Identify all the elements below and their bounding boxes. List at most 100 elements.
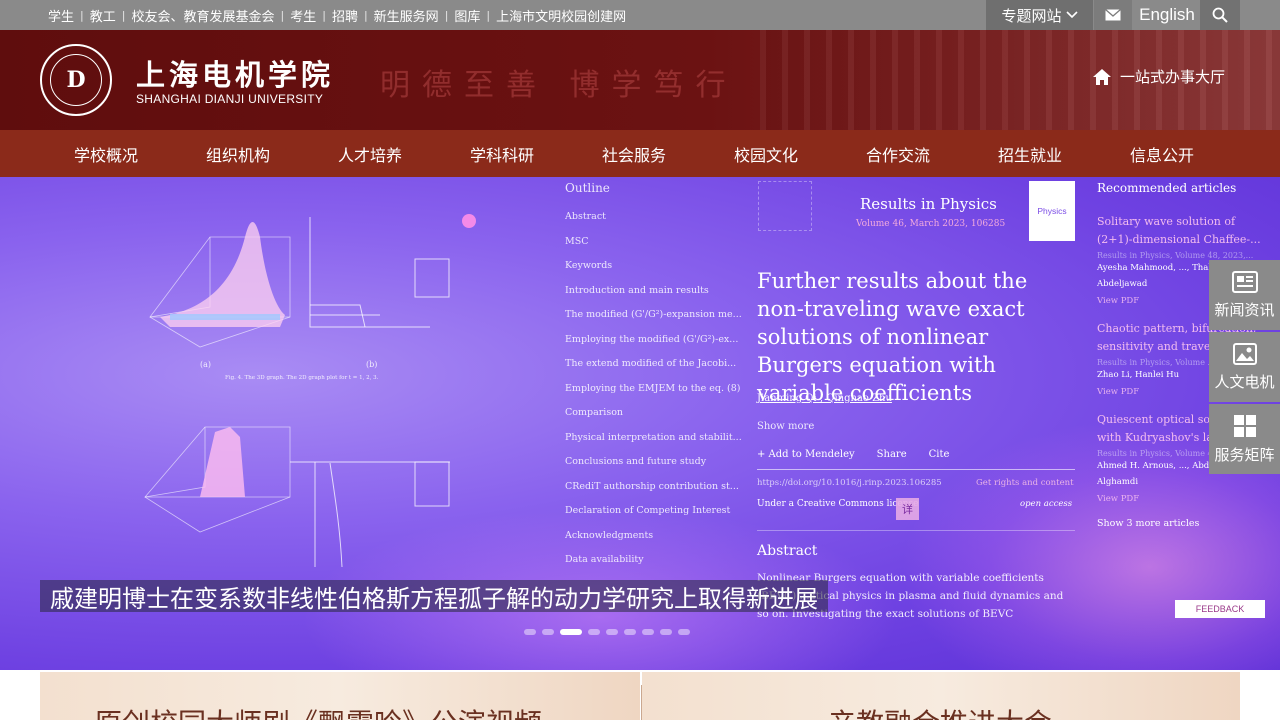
nav-item-info-disclosure[interactable]: 信息公开 [1096,130,1228,177]
side-service-label: 服务矩阵 [1214,445,1275,464]
mail-button[interactable] [1094,0,1132,30]
slide-caption[interactable]: 戚建明博士在变系数非线性伯格斯方程孤子解的动力学研究上取得新进展 [40,580,828,613]
nav-item-education[interactable]: 人才培养 [304,130,436,177]
carousel-dots [524,629,690,635]
show-more-articles: Show 3 more articles [1097,518,1200,529]
feedback-button: FEEDBACK [1175,600,1265,618]
separator: | [363,8,368,22]
outline-title: Outline [565,181,610,195]
main-nav: 学校概况 组织机构 人才培养 学科科研 社会服务 校园文化 合作交流 招生就业 … [0,130,1280,177]
side-culture-button[interactable]: 人文电机 [1209,332,1280,402]
special-sites-label: 专题网站 [1001,6,1062,25]
outline-item: Abstract [565,211,606,222]
top-utility-bar: 学生 | 教工 | 校友会、教育发展基金会 | 考生 | 招聘 | 新生服务网 | 图库 | … [0,0,1280,30]
search-icon [1212,7,1228,23]
outline-item: Employing the modified (G'/G²)-ex... [565,333,739,345]
open-access-text: open access [1020,499,1073,509]
small-marker-icon [462,214,476,228]
outline-item: Declaration of Competing Interest [565,505,731,516]
carousel-dot[interactable] [560,629,582,635]
carousel-dot[interactable] [642,629,654,635]
carousel-dot[interactable] [542,629,554,635]
recommended-title: Recommended articles [1097,181,1237,195]
school-name-cn[interactable]: 上海电机学院 [136,52,334,94]
one-stop-service-link[interactable]: 一站式办事大厅 [1092,66,1225,87]
banner-title: 原创校园大师剧《飘零吟》公演视频 [94,702,542,720]
carousel-dot[interactable] [678,629,690,635]
nav-item-admissions[interactable]: 招生就业 [964,130,1096,177]
share-action: Share [876,449,907,460]
separator: | [121,8,126,22]
outline-item: Keywords [565,260,613,271]
outline-item: Physical interpretation and stabilit... [565,431,742,443]
nav-item-research[interactable]: 学科科研 [436,130,568,177]
carousel-dot[interactable] [524,629,536,635]
separator: | [80,8,84,22]
top-link-students[interactable]: 学生 [48,6,74,25]
plot-label-a: (a) [200,360,212,369]
nav-item-cooperation[interactable]: 合作交流 [832,130,964,177]
outline-item: CRediT authorship contribution st... [565,480,739,492]
publisher-tree-logo [758,181,812,231]
chevron-down-icon [1065,11,1078,19]
top-link-staff[interactable]: 教工 [90,6,116,25]
journal-volume: Volume 46, March 2023, 106285 [856,219,1006,229]
carousel-dot[interactable] [606,629,618,635]
outline-item: The modified (G'/G²)-expansion me... [565,309,742,320]
nav-item-campus-culture[interactable]: 校园文化 [700,130,832,177]
newspaper-icon [1231,270,1258,293]
banner-title: 产教融合推进大会 [828,702,1052,720]
divider [757,530,1075,531]
hero-carousel[interactable]: (a) (b) Fig. 4. The 3D graph. The 2D gra… [0,177,1280,670]
top-link-freshmen[interactable]: 新生服务网 [374,6,439,25]
figure-caption: Fig. 4. The 3D graph. The 2D graph plot … [225,375,379,381]
journal-name: Results in Physics [860,195,997,213]
mail-icon [1105,9,1121,21]
outline-item: Introduction and main results [565,284,709,296]
carousel-dot[interactable] [588,629,600,635]
separator: | [280,8,285,22]
school-emblem-logo[interactable]: D [40,44,112,116]
license-text: Under a Creative Commons license [757,499,919,509]
side-news-label: 新闻资讯 [1214,300,1275,319]
carousel-dot[interactable] [660,629,672,635]
recommended-item-view: View PDF [1097,494,1140,504]
outline-item: Employing the EMJEM to the eq. (8) [565,382,741,394]
recommended-item-meta: Results in Physics, Volume 48, 2023,... [1097,251,1254,260]
nav-item-organization[interactable]: 组织机构 [172,130,304,177]
top-links: 学生 | 教工 | 校友会、教育发展基金会 | 考生 | 招聘 | 新生服务网 | 图库 | … [48,0,626,30]
outline-item: The extend modified of the Jacobi... [565,358,737,369]
side-service-button[interactable]: 服务矩阵 [1209,404,1280,474]
outline-item: Acknowledgments [565,529,654,541]
banner-drama-video[interactable]: 原创校园大师剧《飘零吟》公演视频 [40,672,640,720]
separator: | [444,8,449,22]
one-stop-label: 一站式办事大厅 [1120,68,1226,86]
separator: | [486,8,491,22]
detail-badge[interactable]: 详 [896,498,919,520]
outline-item: Conclusions and future study [565,456,707,467]
carousel-dot[interactable] [624,629,636,635]
home-icon [1093,68,1111,85]
outline-item: MSC [565,235,589,247]
top-link-civilized-campus[interactable]: 上海市文明校园创建网 [496,6,626,25]
nav-item-social-service[interactable]: 社会服务 [568,130,700,177]
special-sites-dropdown[interactable]: 专题网站 [986,0,1093,30]
top-link-alumni[interactable]: 校友会、教育发展基金会 [131,6,274,25]
top-link-recruitment[interactable]: 招聘 [332,6,358,25]
side-news-button[interactable]: 新闻资讯 [1209,260,1280,330]
top-link-applicants[interactable]: 考生 [290,6,316,25]
journal-logo: Physics [1029,181,1075,241]
outline-panel: Outline Abstract MSC Keywords Introducti… [565,181,745,579]
paper-actions: + Add to Mendeley Share Cite [757,449,949,460]
banner-industry-conference[interactable]: 产教融合推进大会 [642,672,1240,720]
search-button[interactable] [1200,0,1240,30]
rights-link-text: Get rights and content [976,478,1074,488]
school-name-en: SHANGHAI DIANJI UNIVERSITY [136,92,324,106]
paper-doi: https://doi.org/10.1016/j.rinp.2023.1062… [757,478,942,488]
side-float-panel: 新闻资讯 人文电机 服务矩阵 [1209,260,1280,476]
cite-action: Cite [928,449,950,460]
english-link[interactable]: English [1134,0,1200,30]
nav-item-about[interactable]: 学校概况 [40,130,172,177]
top-link-gallery[interactable]: 图库 [454,6,480,25]
outline-item: Data availability [565,554,644,565]
